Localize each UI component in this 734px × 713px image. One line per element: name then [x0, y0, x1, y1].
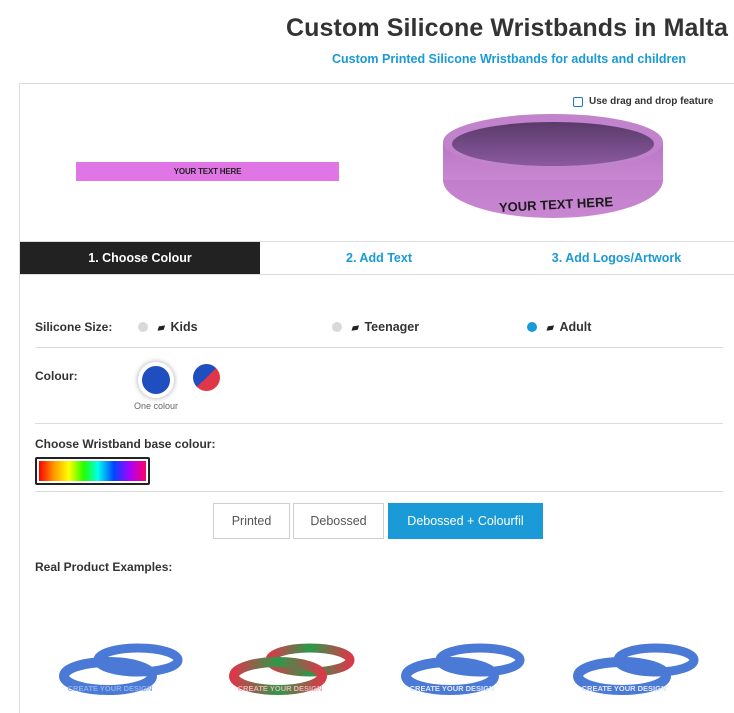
printed-button[interactable]: Printed: [213, 503, 290, 539]
tab-choose-colour[interactable]: 1. Choose Colour: [20, 242, 260, 274]
designer-panel: Use drag and drop feature YOUR TEXT HERE…: [19, 83, 734, 713]
colour-picker[interactable]: [35, 457, 150, 485]
drag-drop-label: Use drag and drop feature: [589, 96, 714, 107]
example-band-blue-2: CREATE YOUR DESIGN: [401, 643, 525, 695]
drag-drop-toggle[interactable]: Use drag and drop feature: [573, 96, 713, 107]
divider: [35, 347, 723, 348]
example-band-text: CREATE YOUR DESIGN: [68, 684, 153, 693]
wristband-icon: ▰: [156, 320, 167, 335]
base-colour-label: Choose Wristband base colour:: [35, 437, 216, 451]
drag-drop-checkbox[interactable]: [573, 96, 583, 107]
radio-teenager[interactable]: [332, 322, 342, 332]
size-option-kids[interactable]: ▰ Kids: [138, 320, 198, 334]
divider: [35, 491, 723, 492]
examples-label: Real Product Examples:: [35, 560, 173, 574]
page-subtitle: Custom Printed Silicone Wristbands for a…: [332, 52, 686, 66]
tab-add-logos[interactable]: 3. Add Logos/Artwork: [498, 242, 734, 274]
example-band-text: CREATE YOUR DESIGN: [410, 684, 495, 693]
two-colour-swatch[interactable]: [193, 364, 220, 391]
page-title: Custom Silicone Wristbands in Malta: [286, 14, 728, 42]
size-option-adult[interactable]: ▰ Adult: [527, 320, 591, 334]
product-examples: CREATE YOUR DESIGN CREATE YOUR DESIGN CR…: [20, 604, 734, 713]
radio-kids[interactable]: [138, 322, 148, 332]
size-option-label: Teenager: [364, 320, 420, 334]
tab-add-text[interactable]: 2. Add Text: [260, 242, 498, 274]
divider: [35, 423, 723, 424]
flat-band-preview: YOUR TEXT HERE: [76, 162, 339, 181]
wristband-icon: ▰: [350, 320, 361, 335]
radio-adult[interactable]: [527, 322, 537, 332]
flat-band-text: YOUR TEXT HERE: [173, 167, 242, 176]
size-label: Silicone Size:: [35, 320, 113, 334]
wristband-icon: ▰: [545, 320, 556, 335]
size-option-label: Kids: [170, 320, 198, 334]
debossed-button[interactable]: Debossed: [293, 503, 384, 539]
band-3d-preview: YOUR TEXT HERE: [443, 114, 663, 218]
size-option-teenager[interactable]: ▰ Teenager: [332, 320, 419, 334]
example-band-blue-1: CREATE YOUR DESIGN: [59, 643, 183, 695]
example-band-multi: CREATE YOUR DESIGN: [229, 643, 355, 695]
colour-label: Colour:: [35, 369, 78, 383]
step-tabs: 1. Choose Colour 2. Add Text 3. Add Logo…: [20, 241, 734, 275]
one-colour-swatch[interactable]: [138, 362, 174, 398]
debossed-colourfil-button[interactable]: Debossed + Colourfil: [388, 503, 543, 539]
example-band-text: CREATE YOUR DESIGN: [238, 684, 323, 693]
example-band-blue-3: CREATE YOUR DESIGN: [573, 643, 699, 695]
one-colour-caption: One colour: [134, 401, 179, 411]
example-band-text: CREATE YOUR DESIGN: [582, 684, 667, 693]
size-option-label: Adult: [559, 320, 592, 334]
colour-spectrum[interactable]: [39, 461, 146, 481]
